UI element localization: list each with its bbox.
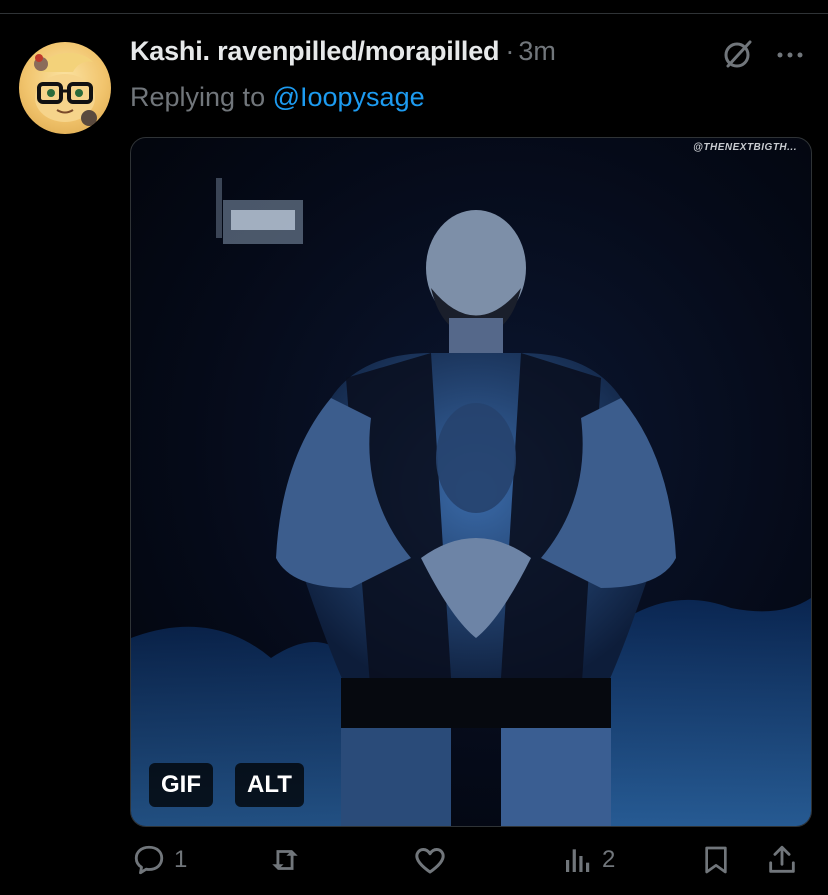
like-icon bbox=[415, 848, 445, 874]
pony-avatar-icon bbox=[34, 52, 97, 126]
grok-icon[interactable] bbox=[722, 38, 754, 70]
gif-badge: GIF bbox=[149, 763, 213, 807]
timestamp[interactable]: 3m bbox=[518, 36, 556, 67]
alt-text-button[interactable]: ALT bbox=[235, 763, 304, 807]
share-button[interactable] bbox=[765, 838, 799, 882]
reply-count: 1 bbox=[174, 846, 188, 873]
top-divider bbox=[0, 13, 828, 14]
repost-icon bbox=[272, 850, 298, 870]
media-watermark: @THENEXTBIGTH... bbox=[693, 142, 797, 153]
reply-icon bbox=[134, 845, 164, 875]
views-icon bbox=[566, 849, 590, 872]
share-icon bbox=[769, 845, 795, 873]
reply-context: Replying to @Ioopysage bbox=[130, 82, 425, 113]
bookmark-button[interactable] bbox=[700, 838, 732, 882]
reply-handle-link[interactable]: @Ioopysage bbox=[273, 82, 425, 112]
display-name[interactable]: Kashi. ravenpilled/morapilled bbox=[130, 36, 500, 67]
media-gif[interactable]: @THENEXTBIGTH... GIF ALT bbox=[130, 137, 812, 827]
views-count: 2 bbox=[602, 846, 616, 873]
reply-button[interactable]: 1 bbox=[132, 838, 187, 882]
wrestler-entrance-image bbox=[131, 178, 811, 826]
more-icon[interactable] bbox=[775, 45, 805, 65]
reply-prefix: Replying to bbox=[130, 82, 273, 112]
like-button[interactable] bbox=[412, 838, 456, 882]
tweet-header: Kashi. ravenpilled/morapilled · 3m bbox=[130, 34, 556, 68]
avatar[interactable] bbox=[19, 42, 111, 134]
separator-dot: · bbox=[505, 35, 515, 66]
repost-button[interactable] bbox=[268, 838, 310, 882]
views-button[interactable]: 2 bbox=[562, 838, 615, 882]
bookmark-icon bbox=[705, 846, 727, 874]
